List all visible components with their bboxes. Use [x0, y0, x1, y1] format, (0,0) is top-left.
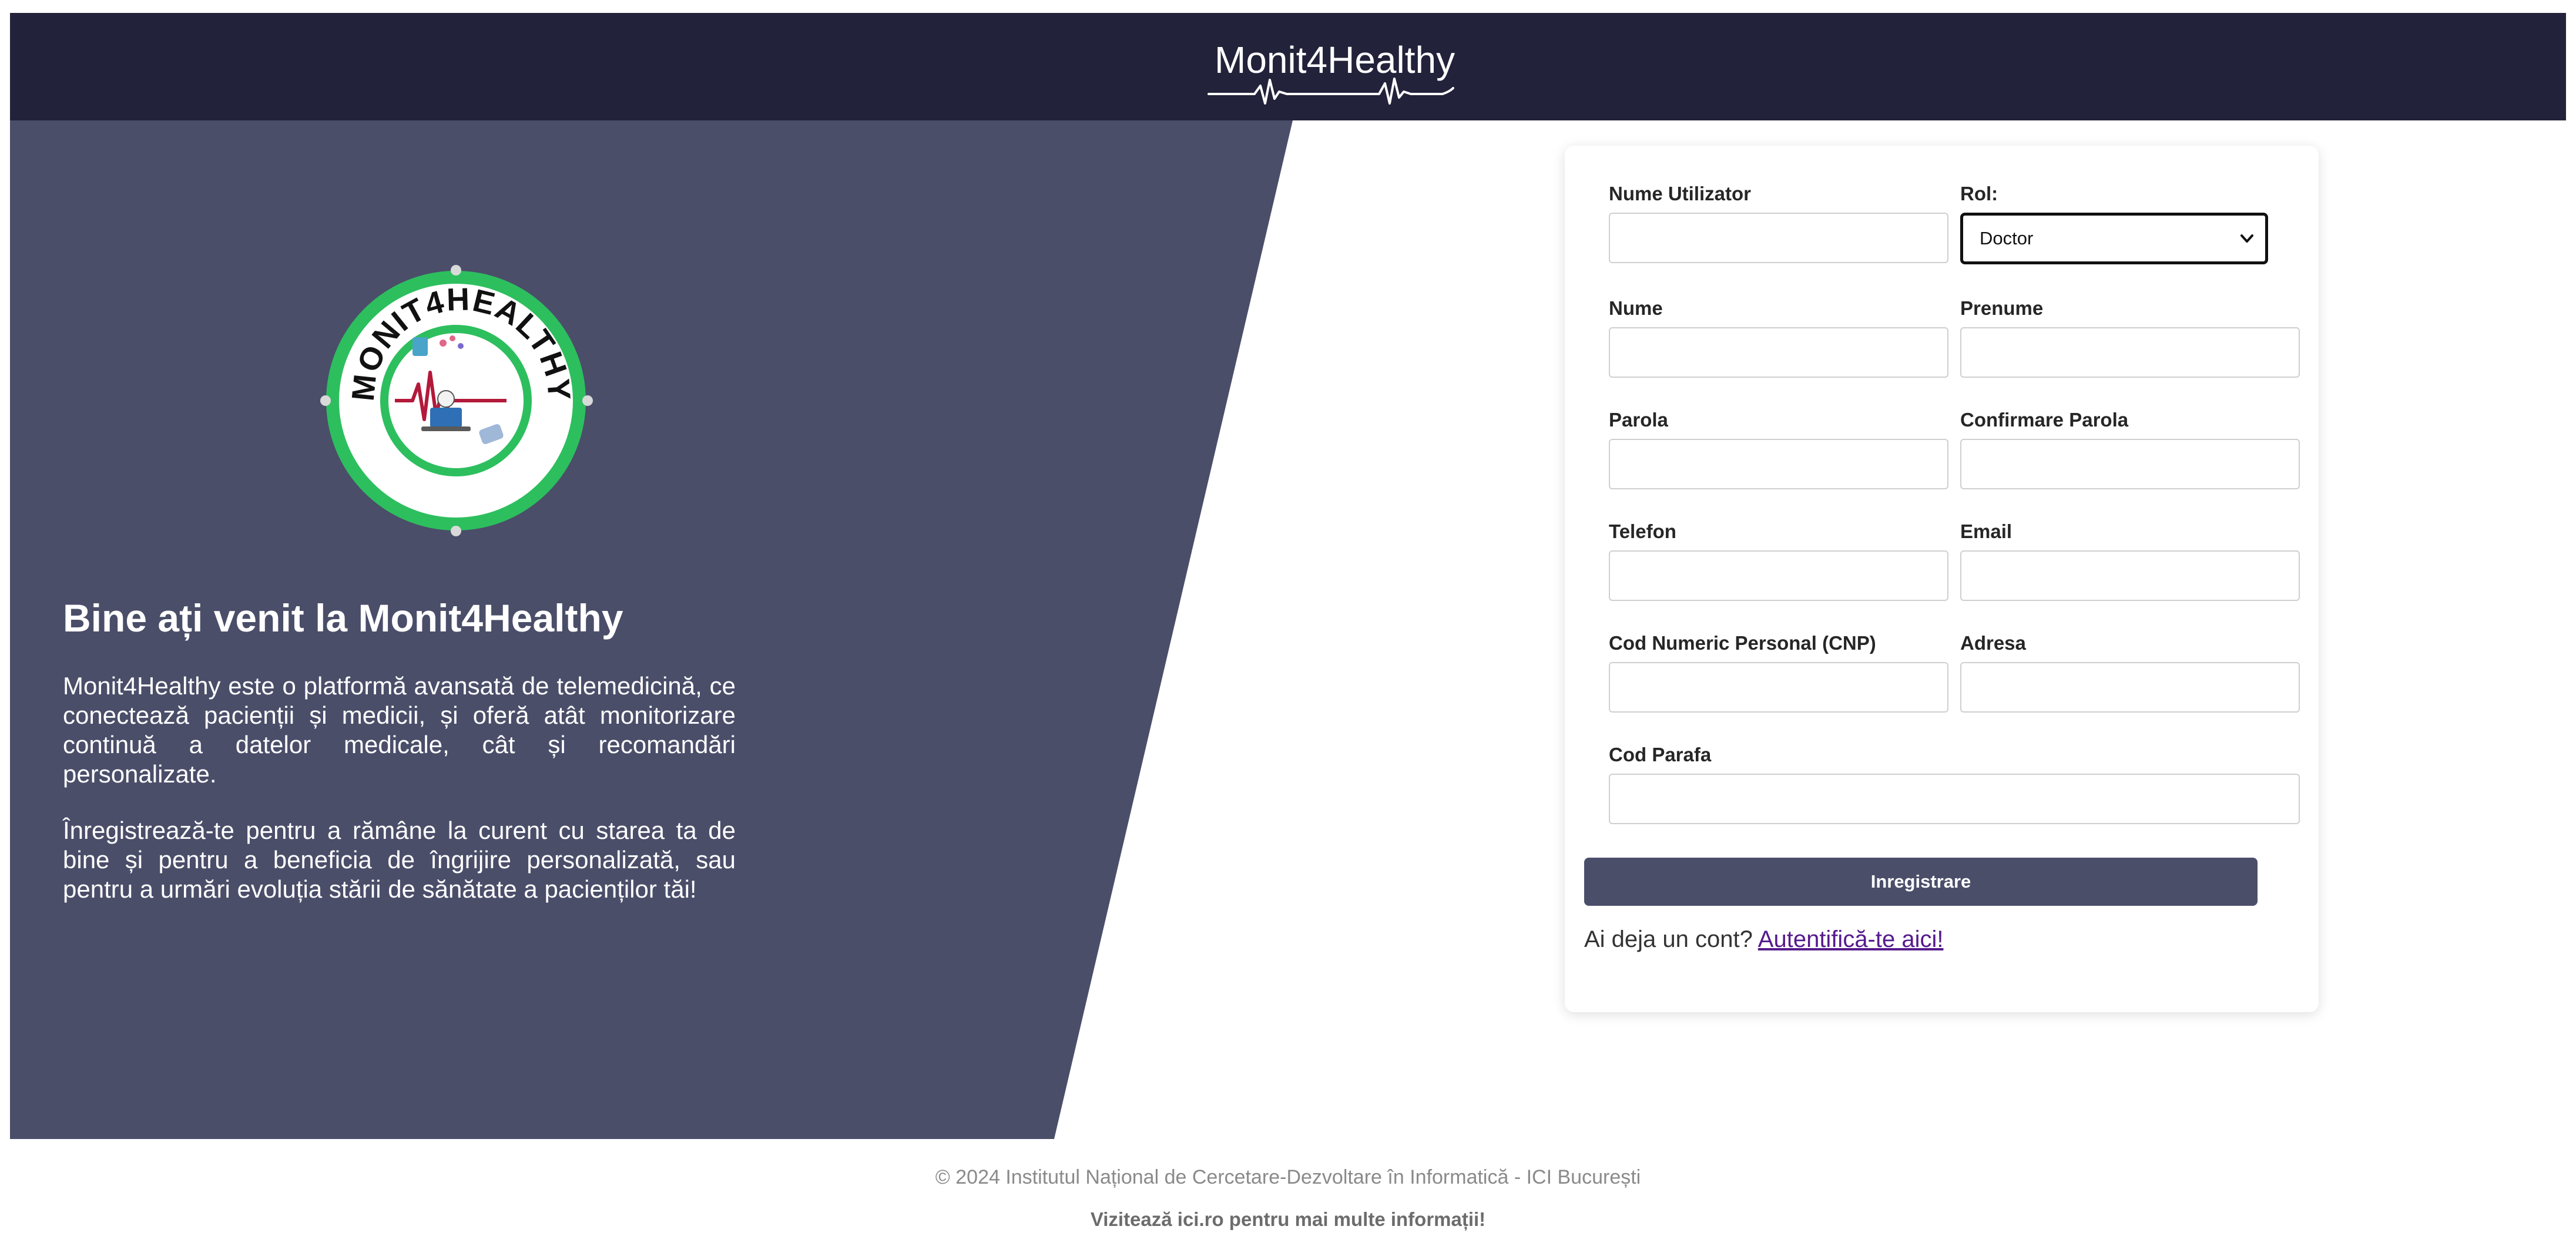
role-select[interactable]: Doctor [1960, 213, 2268, 264]
top-header: Monit4Healthy [10, 13, 2566, 120]
monit4healthy-logo: MONIT4HEALTHY [313, 261, 609, 557]
welcome-title: Bine ați venit la Monit4Healthy [63, 596, 623, 640]
username-input[interactable] [1609, 213, 1948, 263]
password-label: Parola [1609, 409, 1668, 431]
intro-paragraph: Înregistrează-te pentru a rămâne la cure… [63, 817, 736, 903]
confirm-password-label: Confirmare Parola [1960, 409, 2129, 431]
heartbeat-wave-icon [1208, 78, 1454, 105]
firstname-field-group: Prenume [1960, 297, 2300, 378]
username-field-group: Nume Utilizator [1609, 182, 1948, 263]
username-label: Nume Utilizator [1609, 183, 1752, 204]
address-input[interactable] [1960, 662, 2300, 713]
password-input[interactable] [1609, 439, 1948, 489]
confirm-password-field-group: Confirmare Parola [1960, 408, 2300, 489]
registration-form: Nume Utilizator Rol: Doctor Nume Prenume… [1565, 146, 2319, 1012]
lastname-input[interactable] [1609, 327, 1948, 378]
firstname-label: Prenume [1960, 297, 2044, 319]
firstname-input[interactable] [1960, 327, 2300, 378]
lastname-label: Nume [1609, 297, 1663, 319]
address-field-group: Adresa [1960, 631, 2300, 713]
parafa-field-group: Cod Parafa [1609, 743, 2300, 824]
lastname-field-group: Nume [1609, 297, 1948, 378]
register-button[interactable]: Inregistrare [1584, 858, 2258, 906]
footer-visit-text: Vizitează ici.ro pentru mai multe inform… [1090, 1208, 1486, 1230]
confirm-password-input[interactable] [1960, 439, 2300, 489]
parafa-label: Cod Parafa [1609, 744, 1712, 765]
parafa-input[interactable] [1609, 774, 2300, 824]
intro-paragraph: Monit4Healthy este o platformă avansată … [63, 672, 736, 788]
role-field-group: Rol: Doctor [1960, 182, 2300, 264]
cnp-label: Cod Numeric Personal (CNP) [1609, 632, 1876, 654]
role-selected-value: Doctor [1980, 228, 2034, 248]
email-input[interactable] [1960, 550, 2300, 601]
phone-label: Telefon [1609, 520, 1676, 542]
password-field-group: Parola [1609, 408, 1948, 489]
cnp-field-group: Cod Numeric Personal (CNP) [1609, 631, 1948, 713]
email-label: Email [1960, 520, 2012, 542]
cnp-input[interactable] [1609, 662, 1948, 713]
phone-input[interactable] [1609, 550, 1948, 601]
login-prompt-text: Ai deja un cont? [1584, 926, 1753, 952]
login-link[interactable]: Autentifică-te aici! [1758, 926, 1944, 952]
address-label: Adresa [1960, 632, 2026, 654]
role-label: Rol: [1960, 183, 1998, 204]
welcome-panel: MONIT4HEALTHY Bine ați venit la Monit4He… [10, 120, 1293, 1139]
footer-copyright: © 2024 Institutul Național de Cercetare-… [935, 1166, 1641, 1188]
brand-logo[interactable]: Monit4Healthy [1208, 27, 1455, 109]
login-prompt-line: Ai deja un cont? Autentifică-te aici! [1584, 925, 1943, 954]
email-field-group: Email [1960, 520, 2300, 601]
chevron-down-icon [2240, 234, 2253, 243]
phone-field-group: Telefon [1609, 520, 1948, 601]
